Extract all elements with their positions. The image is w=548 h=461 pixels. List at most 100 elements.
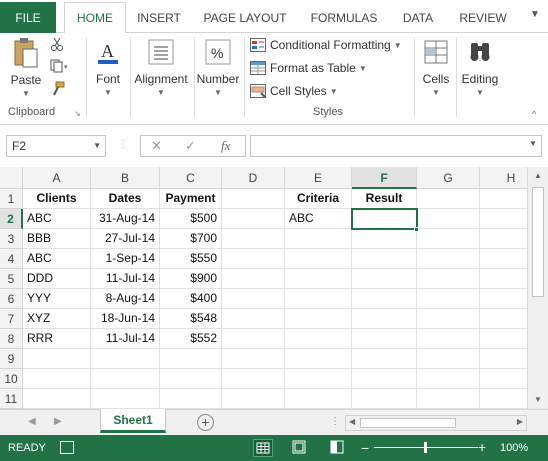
- macro-recording-icon[interactable]: [60, 441, 74, 454]
- empty-cell[interactable]: [91, 389, 160, 409]
- empty-cell[interactable]: [23, 369, 91, 389]
- cell-client[interactable]: RRR: [23, 329, 91, 349]
- zoom-out-icon[interactable]: −: [361, 440, 369, 456]
- insert-function-icon[interactable]: fx: [221, 138, 230, 154]
- tab-file[interactable]: FILE: [0, 2, 56, 33]
- name-box[interactable]: F2 ▼: [6, 135, 106, 157]
- add-sheet-icon[interactable]: +: [197, 414, 214, 431]
- cell-client[interactable]: ABC: [23, 249, 91, 269]
- cell-result-value[interactable]: [352, 209, 417, 229]
- row-header-3[interactable]: 3: [0, 229, 23, 249]
- empty-cell[interactable]: [352, 269, 417, 289]
- tab-home[interactable]: HOME: [64, 2, 126, 34]
- empty-cell[interactable]: [352, 249, 417, 269]
- empty-cell[interactable]: [352, 309, 417, 329]
- empty-cell[interactable]: [417, 229, 480, 249]
- zoom-in-icon[interactable]: +: [478, 439, 486, 455]
- empty-cell[interactable]: [160, 389, 222, 409]
- empty-cell[interactable]: [222, 289, 285, 309]
- horizontal-scrollbar[interactable]: ◀ ▶: [345, 415, 527, 431]
- cell-date[interactable]: 11-Jul-14: [91, 269, 160, 289]
- tab-insert[interactable]: INSERT: [128, 2, 190, 33]
- formula-input[interactable]: ▼: [250, 135, 542, 157]
- vertical-scroll-thumb[interactable]: [532, 187, 544, 297]
- row-header-1[interactable]: 1: [0, 189, 23, 209]
- empty-cell[interactable]: [285, 369, 352, 389]
- cell-client[interactable]: XYZ: [23, 309, 91, 329]
- empty-cell[interactable]: [480, 389, 527, 409]
- empty-cell[interactable]: [222, 189, 285, 209]
- empty-cell[interactable]: [417, 389, 480, 409]
- copy-icon[interactable]: ▾: [50, 59, 70, 76]
- column-header-c[interactable]: C: [160, 167, 222, 189]
- empty-cell[interactable]: [352, 369, 417, 389]
- empty-cell[interactable]: [222, 209, 285, 229]
- cell-criteria-value[interactable]: ABC: [285, 209, 352, 229]
- horizontal-scroll-thumb[interactable]: [360, 418, 456, 428]
- cell-payment[interactable]: $700: [160, 229, 222, 249]
- empty-cell[interactable]: [285, 249, 352, 269]
- cell-client[interactable]: DDD: [23, 269, 91, 289]
- empty-cell[interactable]: [480, 309, 527, 329]
- cell-payment[interactable]: $900: [160, 269, 222, 289]
- cancel-icon[interactable]: ✕: [151, 138, 162, 154]
- empty-cell[interactable]: [222, 249, 285, 269]
- empty-cell[interactable]: [352, 349, 417, 369]
- row-header-6[interactable]: 6: [0, 289, 23, 309]
- collapse-ribbon-icon[interactable]: ^: [532, 109, 536, 119]
- empty-cell[interactable]: [285, 329, 352, 349]
- empty-cell[interactable]: [417, 309, 480, 329]
- cell-payment[interactable]: $550: [160, 249, 222, 269]
- scroll-up-icon[interactable]: ▲: [534, 171, 542, 180]
- column-header-f[interactable]: F: [352, 167, 417, 189]
- empty-cell[interactable]: [285, 269, 352, 289]
- column-header-h[interactable]: H: [480, 167, 527, 189]
- header-dates[interactable]: Dates: [91, 189, 160, 209]
- empty-cell[interactable]: [91, 369, 160, 389]
- empty-cell[interactable]: [480, 269, 527, 289]
- tab-data[interactable]: DATA: [394, 2, 442, 33]
- empty-cell[interactable]: [285, 229, 352, 249]
- empty-cell[interactable]: [160, 369, 222, 389]
- cut-icon[interactable]: [50, 37, 64, 54]
- row-header-7[interactable]: 7: [0, 309, 23, 329]
- zoom-slider-knob[interactable]: [424, 442, 427, 453]
- previous-sheet-icon[interactable]: ◀: [28, 416, 36, 427]
- column-header-d[interactable]: D: [222, 167, 285, 189]
- next-sheet-icon[interactable]: ▶: [54, 416, 62, 427]
- page-layout-view-button[interactable]: [290, 439, 310, 457]
- empty-cell[interactable]: [480, 189, 527, 209]
- header-criteria[interactable]: Criteria: [285, 189, 352, 209]
- empty-cell[interactable]: [352, 389, 417, 409]
- cell-payment[interactable]: $552: [160, 329, 222, 349]
- empty-cell[interactable]: [480, 329, 527, 349]
- header-payment[interactable]: Payment: [160, 189, 222, 209]
- empty-cell[interactable]: [417, 209, 480, 229]
- empty-cell[interactable]: [417, 369, 480, 389]
- font-button[interactable]: A Font ▼: [90, 33, 126, 97]
- cell-date[interactable]: 27-Jul-14: [91, 229, 160, 249]
- empty-cell[interactable]: [352, 289, 417, 309]
- empty-cell[interactable]: [23, 389, 91, 409]
- empty-cell[interactable]: [222, 389, 285, 409]
- cell-payment[interactable]: $500: [160, 209, 222, 229]
- scroll-left-icon[interactable]: ◀: [349, 417, 355, 426]
- editing-button[interactable]: Editing ▼: [458, 33, 502, 97]
- fill-handle[interactable]: [414, 227, 419, 232]
- empty-cell[interactable]: [480, 209, 527, 229]
- empty-cell[interactable]: [285, 309, 352, 329]
- tab-formulas[interactable]: FORMULAS: [304, 2, 384, 33]
- empty-cell[interactable]: [222, 309, 285, 329]
- row-header-5[interactable]: 5: [0, 269, 23, 289]
- empty-cell[interactable]: [91, 349, 160, 369]
- empty-cell[interactable]: [352, 329, 417, 349]
- page-break-view-button[interactable]: [328, 439, 348, 457]
- number-button[interactable]: % Number ▼: [196, 33, 240, 97]
- cell-client[interactable]: BBB: [23, 229, 91, 249]
- empty-cell[interactable]: [417, 249, 480, 269]
- sheet-tab-sheet1[interactable]: Sheet1: [100, 409, 166, 433]
- header-clients[interactable]: Clients: [23, 189, 91, 209]
- column-header-g[interactable]: G: [417, 167, 480, 189]
- cell-client[interactable]: ABC: [23, 209, 91, 229]
- cell-client[interactable]: YYY: [23, 289, 91, 309]
